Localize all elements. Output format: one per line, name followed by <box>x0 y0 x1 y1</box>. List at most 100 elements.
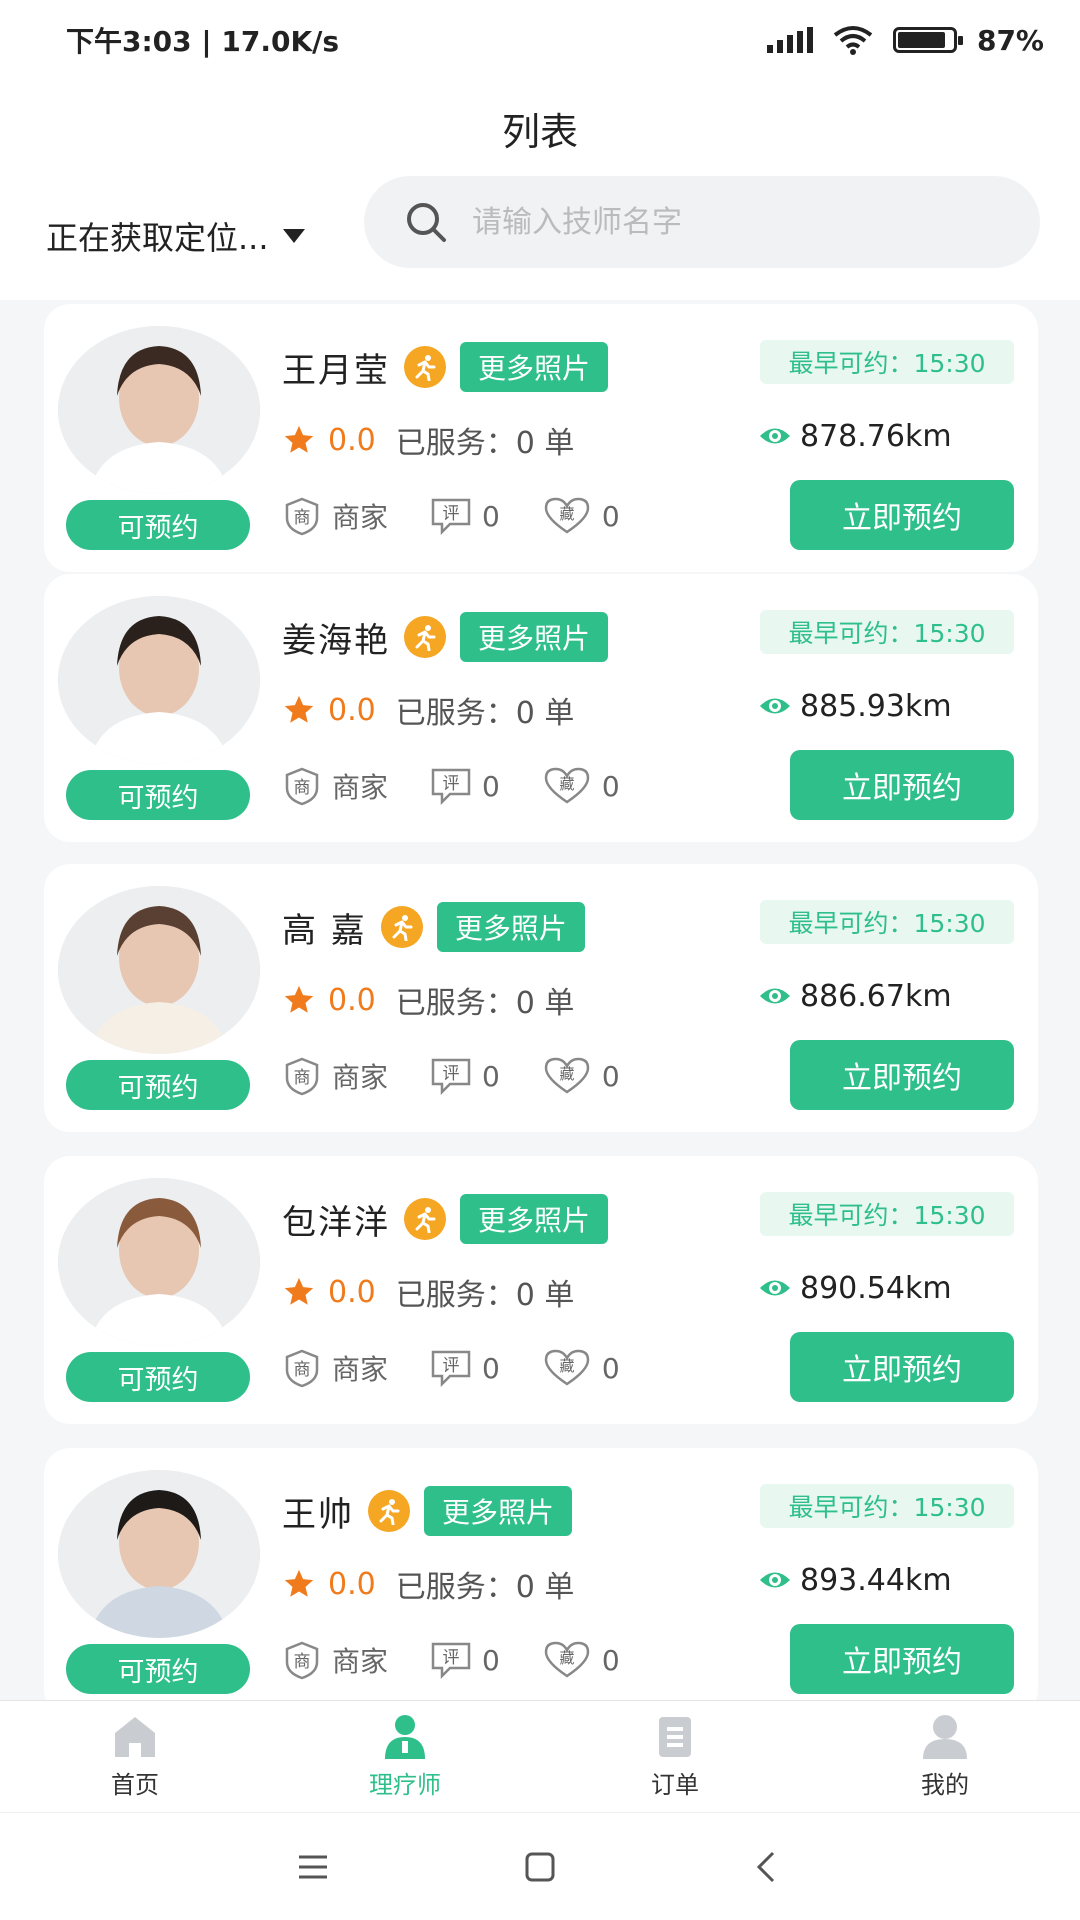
avatar[interactable] <box>58 596 260 764</box>
favorite-count: 0 <box>601 769 620 803</box>
svg-text:商: 商 <box>294 1652 311 1672</box>
svg-text:评: 评 <box>443 1648 460 1668</box>
order-icon <box>659 1717 691 1757</box>
star-icon <box>284 985 314 1013</box>
earliest-time-badge: 最早可约：15:30 <box>760 1484 1014 1528</box>
book-now-button[interactable]: 立即预约 <box>790 1040 1014 1110</box>
eye-icon <box>760 698 790 714</box>
review-count: 0 <box>482 1643 500 1677</box>
book-now-button[interactable]: 立即预约 <box>790 1332 1014 1402</box>
merchant-shield-icon: 商 <box>285 497 319 536</box>
more-photos-button[interactable]: 更多照片 <box>460 342 609 392</box>
distance: 885.93km <box>758 682 952 730</box>
home-square-icon[interactable] <box>520 1847 560 1887</box>
status-icons: 87% <box>766 23 1044 57</box>
running-icon <box>380 906 423 948</box>
name-row: 包洋洋 更多照片 <box>282 1192 609 1246</box>
avatar[interactable] <box>58 886 260 1054</box>
caret-down-icon <box>282 229 305 243</box>
review-icon: 评 <box>431 498 471 536</box>
location-selector[interactable]: 正在获取定位... <box>46 206 305 266</box>
svg-text:评: 评 <box>443 1356 460 1376</box>
back-icon[interactable] <box>747 1847 787 1887</box>
avatar-photo <box>59 596 259 764</box>
distance-value: 885.93km <box>800 688 952 724</box>
earliest-time-badge: 最早可约：15:30 <box>760 1192 1014 1236</box>
merchant-label: 商家 <box>332 1353 389 1386</box>
star-icon <box>284 425 314 453</box>
earliest-time-badge: 最早可约：15:30 <box>760 900 1014 944</box>
served-count: 已服务：0 单 <box>395 1570 575 1605</box>
more-photos-button[interactable]: 更多照片 <box>460 612 609 662</box>
distance-value: 886.67km <box>800 978 952 1014</box>
technician-card[interactable]: 可预约 王月莹 更多照片 0.0 已服务：0 单 商 商家 评 0 藏 0 最早… <box>44 304 1038 572</box>
available-status-button[interactable]: 可预约 <box>66 500 250 550</box>
technician-card[interactable]: 可预约 包洋洋 更多照片 0.0 已服务：0 单 商 商家 评 0 藏 0 最早… <box>44 1156 1038 1424</box>
tab-therapist[interactable]: 理疗师 <box>270 1701 540 1812</box>
heart-icon: 藏 <box>544 1641 590 1678</box>
search-input[interactable] <box>472 204 972 240</box>
avatar[interactable] <box>58 1178 260 1346</box>
distance: 893.44km <box>758 1556 952 1604</box>
avatar-photo <box>59 1178 259 1346</box>
star-icon <box>284 1277 314 1305</box>
review-count: 0 <box>482 499 500 533</box>
review-count: 0 <box>482 1059 500 1093</box>
tab-label: 订单 <box>651 1771 699 1799</box>
served-count: 已服务：0 单 <box>395 426 575 461</box>
heart-icon: 藏 <box>544 1349 590 1386</box>
eye-icon <box>760 428 790 444</box>
technician-name: 姜海艳 <box>282 620 390 661</box>
svg-text:藏: 藏 <box>559 1357 574 1375</box>
svg-text:藏: 藏 <box>559 775 574 793</box>
available-status-button[interactable]: 可预约 <box>66 1644 250 1694</box>
book-now-button[interactable]: 立即预约 <box>790 480 1014 550</box>
rating-value: 0.0 <box>328 1274 376 1310</box>
merchant-label: 商家 <box>332 501 389 534</box>
svg-text:商: 商 <box>294 1360 311 1380</box>
merchant-label: 商家 <box>332 771 389 804</box>
name-row: 王帅 更多照片 <box>282 1484 573 1538</box>
earliest-time-badge: 最早可约：15:30 <box>760 340 1014 384</box>
avatar[interactable] <box>58 1470 260 1638</box>
merchant-shield-icon: 商 <box>285 1349 319 1388</box>
heart-icon: 藏 <box>544 767 590 804</box>
menu-icon[interactable] <box>293 1847 333 1887</box>
star-icon <box>284 695 314 723</box>
stats-row: 商 商家 评 0 藏 0 <box>282 1344 620 1392</box>
svg-text:藏: 藏 <box>559 1065 574 1083</box>
earliest-time-badge: 最早可约：15:30 <box>760 610 1014 654</box>
available-status-button[interactable]: 可预约 <box>66 1352 250 1402</box>
book-now-button[interactable]: 立即预约 <box>790 1624 1014 1694</box>
page-title: 列表 <box>501 109 578 154</box>
location-label: 正在获取定位... <box>46 219 269 257</box>
svg-text:评: 评 <box>443 774 460 794</box>
technician-card[interactable]: 可预约 王帅 更多照片 0.0 已服务：0 单 商 商家 评 0 藏 0 最早可… <box>44 1448 1038 1700</box>
running-icon <box>368 1490 410 1532</box>
tab-orders[interactable]: 订单 <box>540 1701 810 1812</box>
svg-text:商: 商 <box>294 1068 311 1088</box>
more-photos-button[interactable]: 更多照片 <box>460 1194 609 1244</box>
available-status-button[interactable]: 可预约 <box>66 770 250 820</box>
tab-profile[interactable]: 我的 <box>810 1701 1080 1812</box>
tab-label: 我的 <box>921 1771 969 1799</box>
search-box[interactable] <box>364 176 1040 268</box>
book-now-button[interactable]: 立即预约 <box>790 750 1014 820</box>
heart-icon: 藏 <box>544 1057 590 1094</box>
favorite-count: 0 <box>601 1643 620 1677</box>
favorite-count: 0 <box>601 499 620 533</box>
distance-value: 893.44km <box>800 1562 952 1598</box>
home-icon <box>115 1717 155 1757</box>
avatar[interactable] <box>58 326 260 494</box>
technician-card[interactable]: 可预约 高 嘉 更多照片 0.0 已服务：0 单 商 商家 评 0 藏 0 最早… <box>44 864 1038 1132</box>
more-photos-button[interactable]: 更多照片 <box>424 1486 573 1536</box>
name-row: 王月莹 更多照片 <box>282 340 609 394</box>
svg-text:评: 评 <box>443 1064 460 1084</box>
technician-list: 可预约 王月莹 更多照片 0.0 已服务：0 单 商 商家 评 0 藏 0 最早… <box>0 300 1080 1700</box>
tab-home[interactable]: 首页 <box>0 1701 270 1812</box>
more-photos-button[interactable]: 更多照片 <box>436 902 585 952</box>
battery-percent: 87% <box>976 23 1044 57</box>
technician-card[interactable]: 可预约 姜海艳 更多照片 0.0 已服务：0 单 商 商家 评 0 藏 0 最早… <box>44 574 1038 842</box>
available-status-button[interactable]: 可预约 <box>66 1060 250 1110</box>
signal-icon <box>766 27 813 53</box>
